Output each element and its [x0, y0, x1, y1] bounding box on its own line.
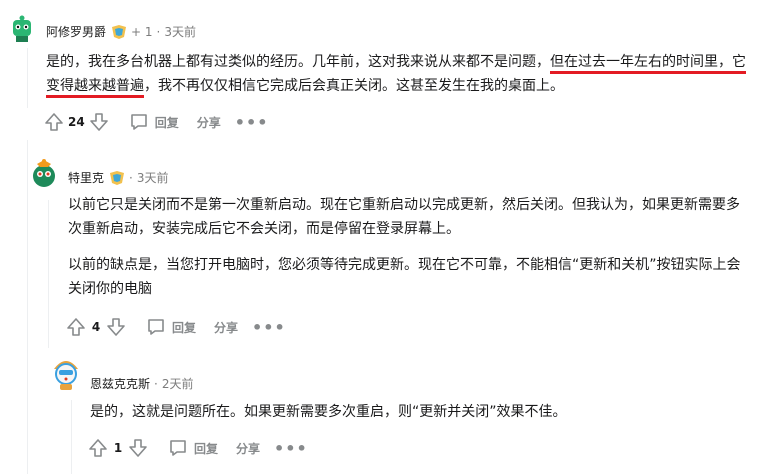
reply-icon [170, 440, 186, 456]
downvote-button[interactable] [87, 110, 111, 134]
share-button[interactable]: 分享 [236, 440, 260, 457]
avatar[interactable] [28, 158, 60, 190]
reply-label: 回复 [154, 115, 179, 130]
upvote-button[interactable] [42, 110, 66, 134]
comment-meta: 特里克 · 3天前 [68, 169, 168, 186]
comment-text: ，我不再仅仅相信它完成后会真正关闭。这甚至发生在我的桌面上。 [144, 78, 564, 94]
more-button[interactable]: ••• [274, 439, 308, 458]
comment-actions: 4 回复 分享 ••• [64, 315, 286, 339]
share-label: 分享 [196, 115, 221, 130]
reply-button[interactable]: 回复 [129, 112, 179, 132]
downvote-icon [107, 318, 125, 336]
more-button[interactable]: ••• [252, 318, 286, 337]
thread-line[interactable] [27, 140, 28, 474]
thread-line[interactable] [71, 400, 72, 474]
comment-actions: 24 回复 分享 ••• [42, 110, 268, 134]
downvote-button[interactable] [126, 436, 150, 460]
comment-paragraph: 以前的缺点是，当您打开电脑时，您必须等待完成更新。现在它不可靠，不能相信“更新和… [68, 257, 741, 297]
vote-score: 24 [68, 115, 85, 129]
author-name[interactable]: 阿修罗男爵 [46, 23, 106, 40]
more-icon: ••• [234, 112, 269, 132]
reply-button[interactable]: 回复 [168, 438, 218, 458]
timestamp[interactable]: 3天前 [137, 169, 169, 186]
reply-icon [148, 319, 164, 335]
upvote-icon [67, 318, 85, 336]
upvote-icon [45, 113, 63, 131]
reply-icon [130, 114, 147, 130]
karma-badge: + 1 [131, 24, 153, 39]
author-name[interactable]: 特里克 [68, 169, 104, 186]
reply-label: 回复 [172, 320, 197, 335]
more-button[interactable]: ••• [235, 113, 269, 132]
author-name[interactable]: 恩兹克克斯 [90, 375, 150, 392]
flair-icon [111, 24, 127, 39]
comment-text: 是的，我在多台机器上都有过类似的经历。几年前，这对我来说从来都不是问题， [46, 54, 550, 70]
vote-score: 1 [113, 441, 123, 455]
comment-body: 是的，这就是问题所在。如果更新需要多次重启，则“更新并关闭”效果不佳。 [90, 400, 754, 424]
comment-body: 是的，我在多台机器上都有过类似的经历。几年前，这对我来说从来都不是问题，但在过去… [46, 50, 750, 98]
more-icon: ••• [274, 438, 308, 458]
separator-dot: · [154, 376, 158, 391]
upvote-button[interactable] [64, 315, 88, 339]
separator-dot: · [129, 170, 133, 185]
downvote-icon [129, 439, 147, 457]
avatar[interactable] [50, 355, 82, 391]
share-button[interactable]: 分享 [197, 114, 221, 131]
separator-dot: · [156, 24, 161, 39]
share-label: 分享 [214, 320, 239, 335]
reply-button[interactable]: 回复 [146, 317, 196, 337]
upvote-icon [89, 439, 107, 457]
underlined-text: 但在过去一年左右的 [550, 54, 676, 70]
downvote-button[interactable] [104, 315, 128, 339]
avatar[interactable] [6, 12, 38, 44]
comment-paragraph: 以前它只是关闭而不是第一次重新启动。现在它重新启动以完成更新，然后关闭。但我认为… [68, 197, 740, 237]
comment-meta: 阿修罗男爵 + 1 · 3天前 [46, 23, 196, 40]
upvote-button[interactable] [86, 436, 110, 460]
share-label: 分享 [236, 441, 261, 456]
comment-text: 是的，这就是问题所在。如果更新需要多次重启，则“更新并关闭”效果不佳。 [90, 404, 567, 420]
downvote-icon [89, 113, 108, 131]
comment-actions: 1 回复 分享 ••• [86, 436, 308, 460]
comment-meta: 恩兹克克斯 · 2天前 [90, 375, 193, 392]
flair-icon [109, 170, 125, 185]
more-icon: ••• [252, 317, 286, 337]
vote-score: 4 [91, 320, 101, 334]
timestamp[interactable]: 3天前 [164, 23, 196, 40]
comment-body: 以前它只是关闭而不是第一次重新启动。现在它重新启动以完成更新，然后关闭。但我认为… [68, 193, 752, 301]
thread-line[interactable] [27, 48, 28, 108]
reply-label: 回复 [194, 441, 219, 456]
thread-line[interactable] [48, 200, 49, 348]
timestamp[interactable]: 2天前 [162, 375, 194, 392]
share-button[interactable]: 分享 [214, 319, 238, 336]
